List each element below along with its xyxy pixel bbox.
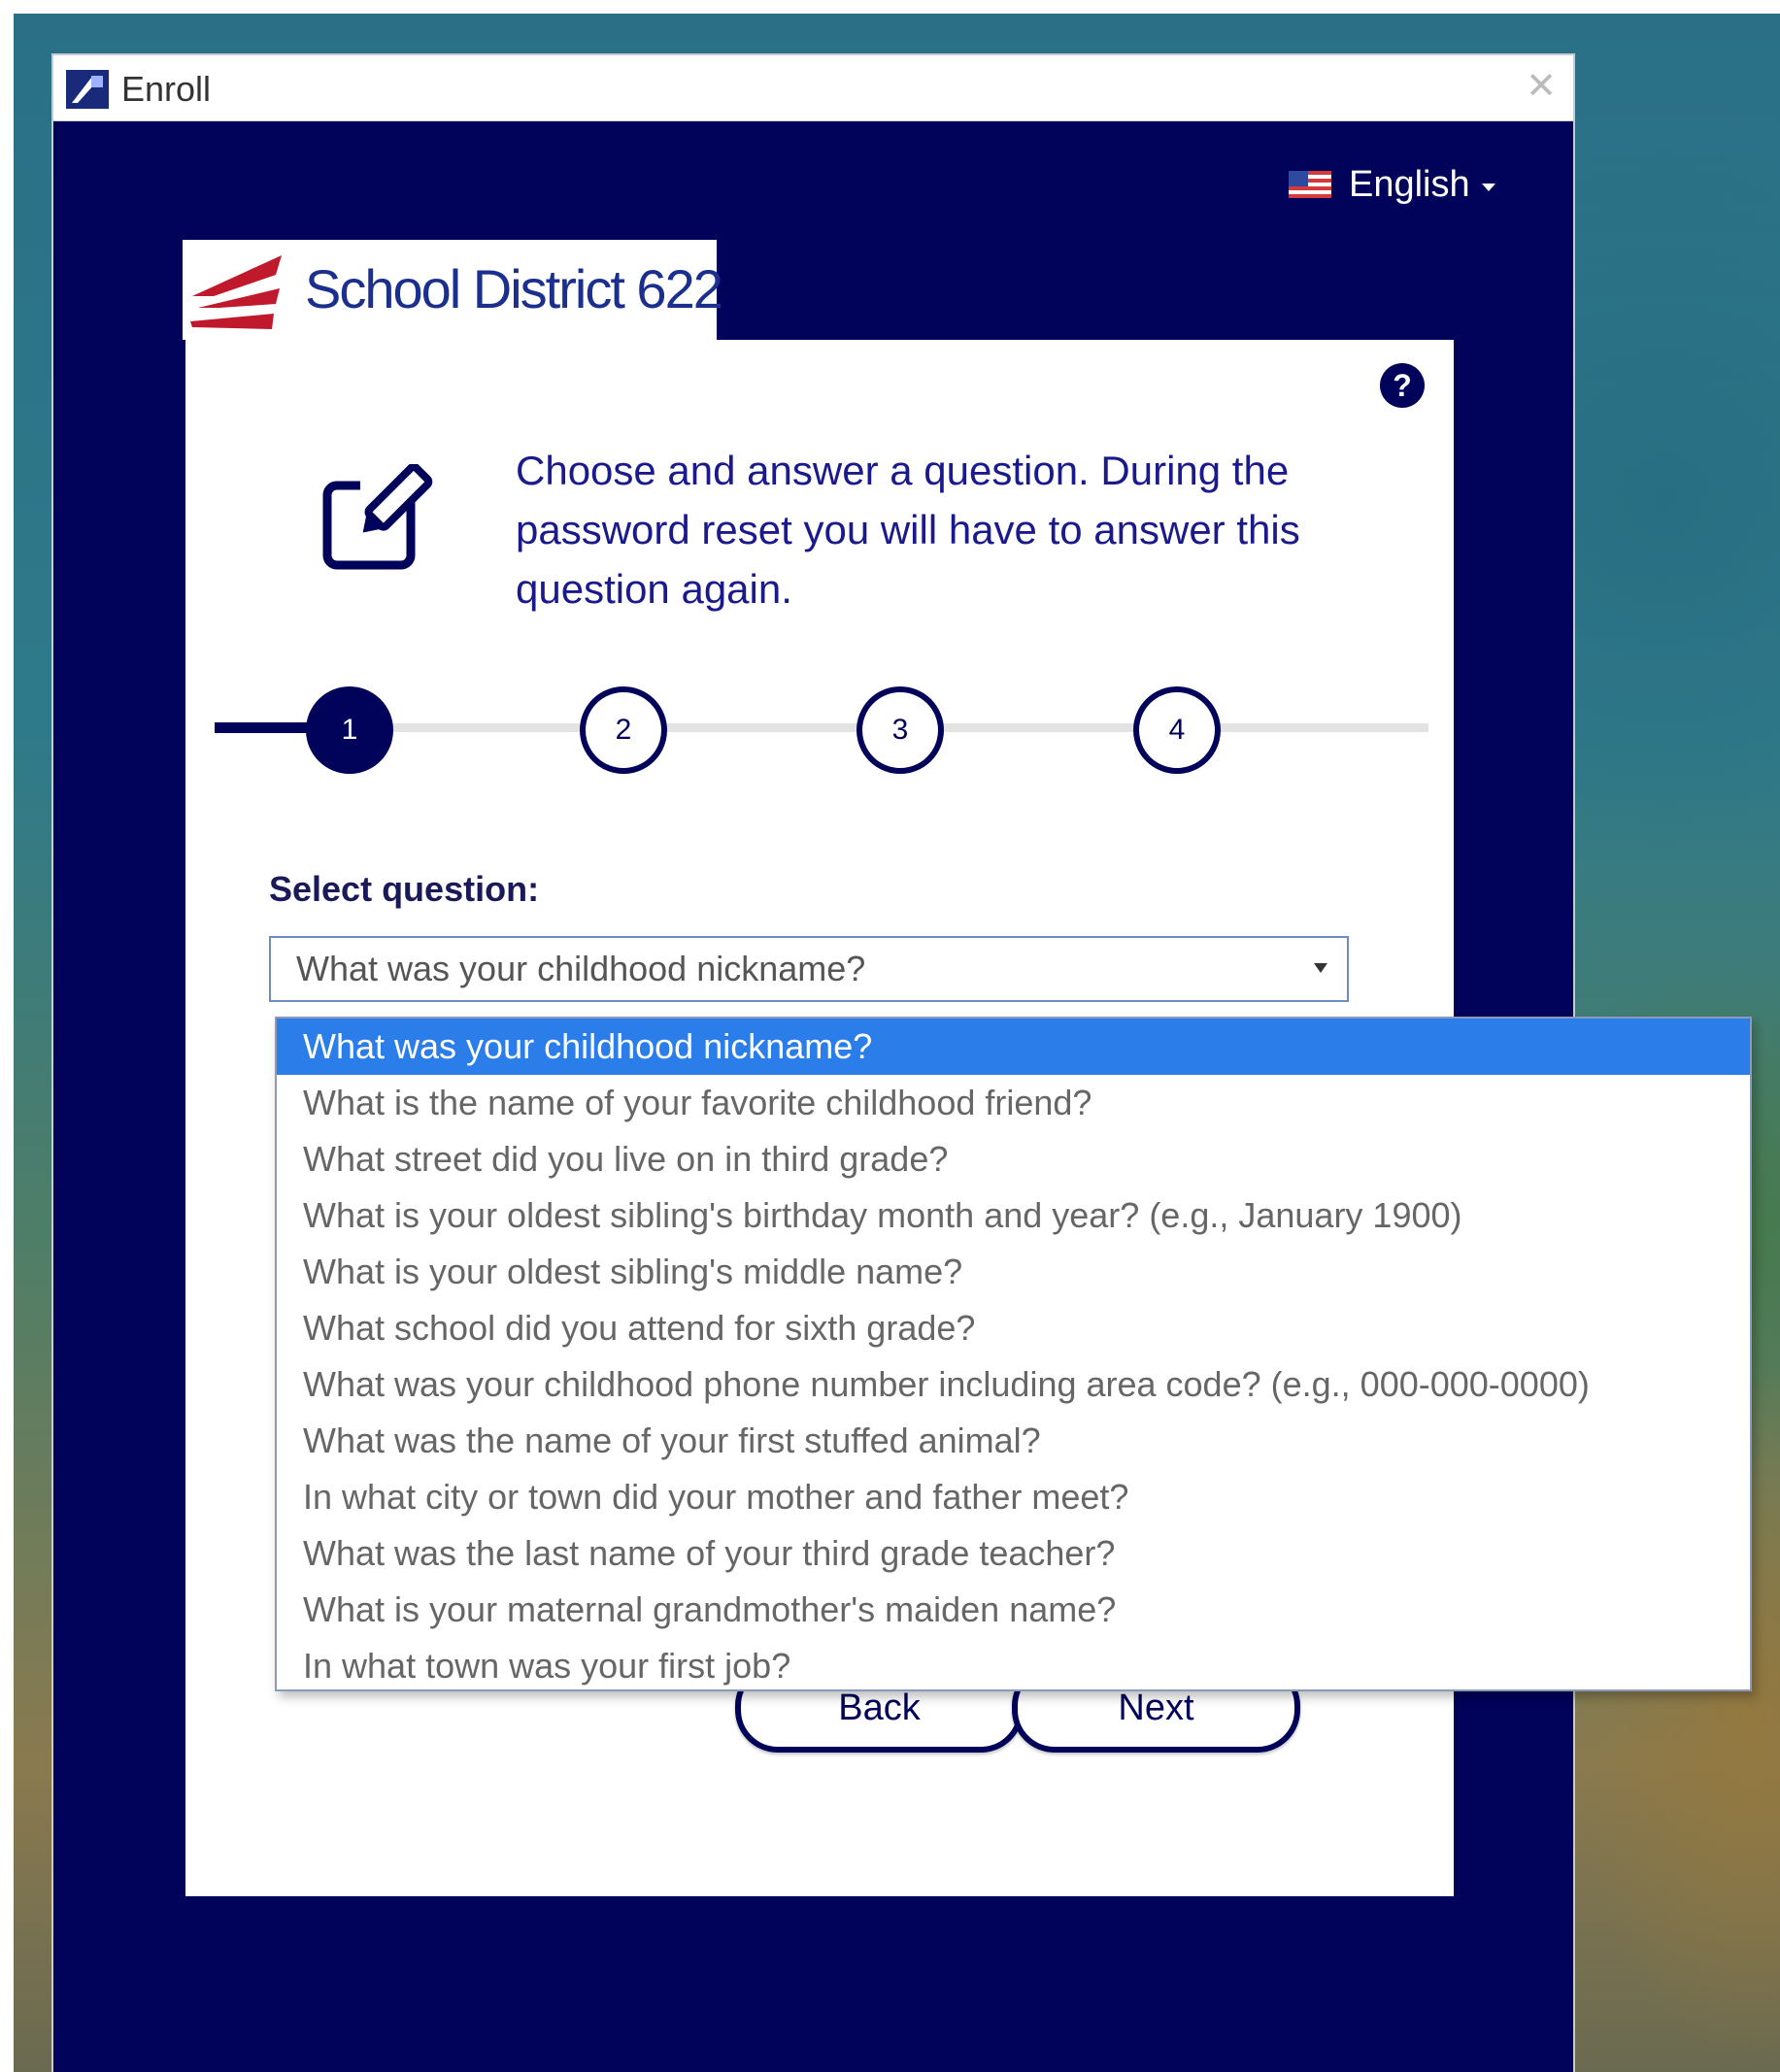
step-4: 4: [1133, 686, 1221, 774]
dropdown-option[interactable]: In what town was your first job?: [277, 1638, 1750, 1689]
dropdown-option[interactable]: What was the name of your first stuffed …: [277, 1413, 1750, 1469]
language-label: English: [1349, 163, 1470, 205]
language-selector[interactable]: English: [1289, 160, 1495, 209]
dropdown-option[interactable]: What is your oldest sibling's birthday m…: [277, 1187, 1750, 1244]
progress-stepper: 1 2 3 4: [215, 684, 1428, 774]
caret-down-icon: [1481, 184, 1495, 191]
logo-mark-icon: [190, 255, 282, 329]
step-2: 2: [580, 686, 667, 774]
title-bar: Enroll ✕: [53, 55, 1573, 121]
step-3: 3: [856, 686, 944, 774]
logo-text: School District 622: [305, 258, 723, 319]
question-select[interactable]: What was your childhood nickname?: [269, 936, 1349, 1002]
dropdown-option[interactable]: What was your childhood phone number inc…: [277, 1356, 1750, 1413]
instructions-text: Choose and answer a question. During the…: [516, 448, 1300, 612]
us-flag-icon: [1289, 171, 1331, 198]
window-title: Enroll: [121, 69, 212, 109]
dropdown-arrow-icon: [1314, 963, 1327, 973]
dropdown-option[interactable]: What is your maternal grandmother's maid…: [277, 1582, 1750, 1638]
edit-icon: [322, 464, 433, 570]
dropdown-option[interactable]: What was your childhood nickname?: [277, 1019, 1750, 1075]
select-question-label: Select question:: [269, 869, 540, 909]
help-icon[interactable]: ?: [1380, 363, 1425, 408]
step-1: 1: [306, 686, 393, 774]
close-icon[interactable]: ✕: [1522, 67, 1561, 106]
dropdown-option[interactable]: What is the name of your favorite childh…: [277, 1075, 1750, 1131]
dropdown-option[interactable]: What school did you attend for sixth gra…: [277, 1300, 1750, 1356]
school-logo: School District 622: [183, 240, 723, 340]
stepper-track: [215, 723, 1428, 732]
dropdown-option[interactable]: In what city or town did your mother and…: [277, 1469, 1750, 1525]
select-value: What was your childhood nickname?: [296, 949, 866, 988]
app-icon: [66, 70, 109, 109]
dropdown-option[interactable]: What was the last name of your third gra…: [277, 1525, 1750, 1582]
dropdown-option[interactable]: What street did you live on in third gra…: [277, 1131, 1750, 1187]
question-dropdown-list: What was your childhood nickname? What i…: [275, 1017, 1752, 1691]
dropdown-option[interactable]: What is your oldest sibling's middle nam…: [277, 1244, 1750, 1300]
